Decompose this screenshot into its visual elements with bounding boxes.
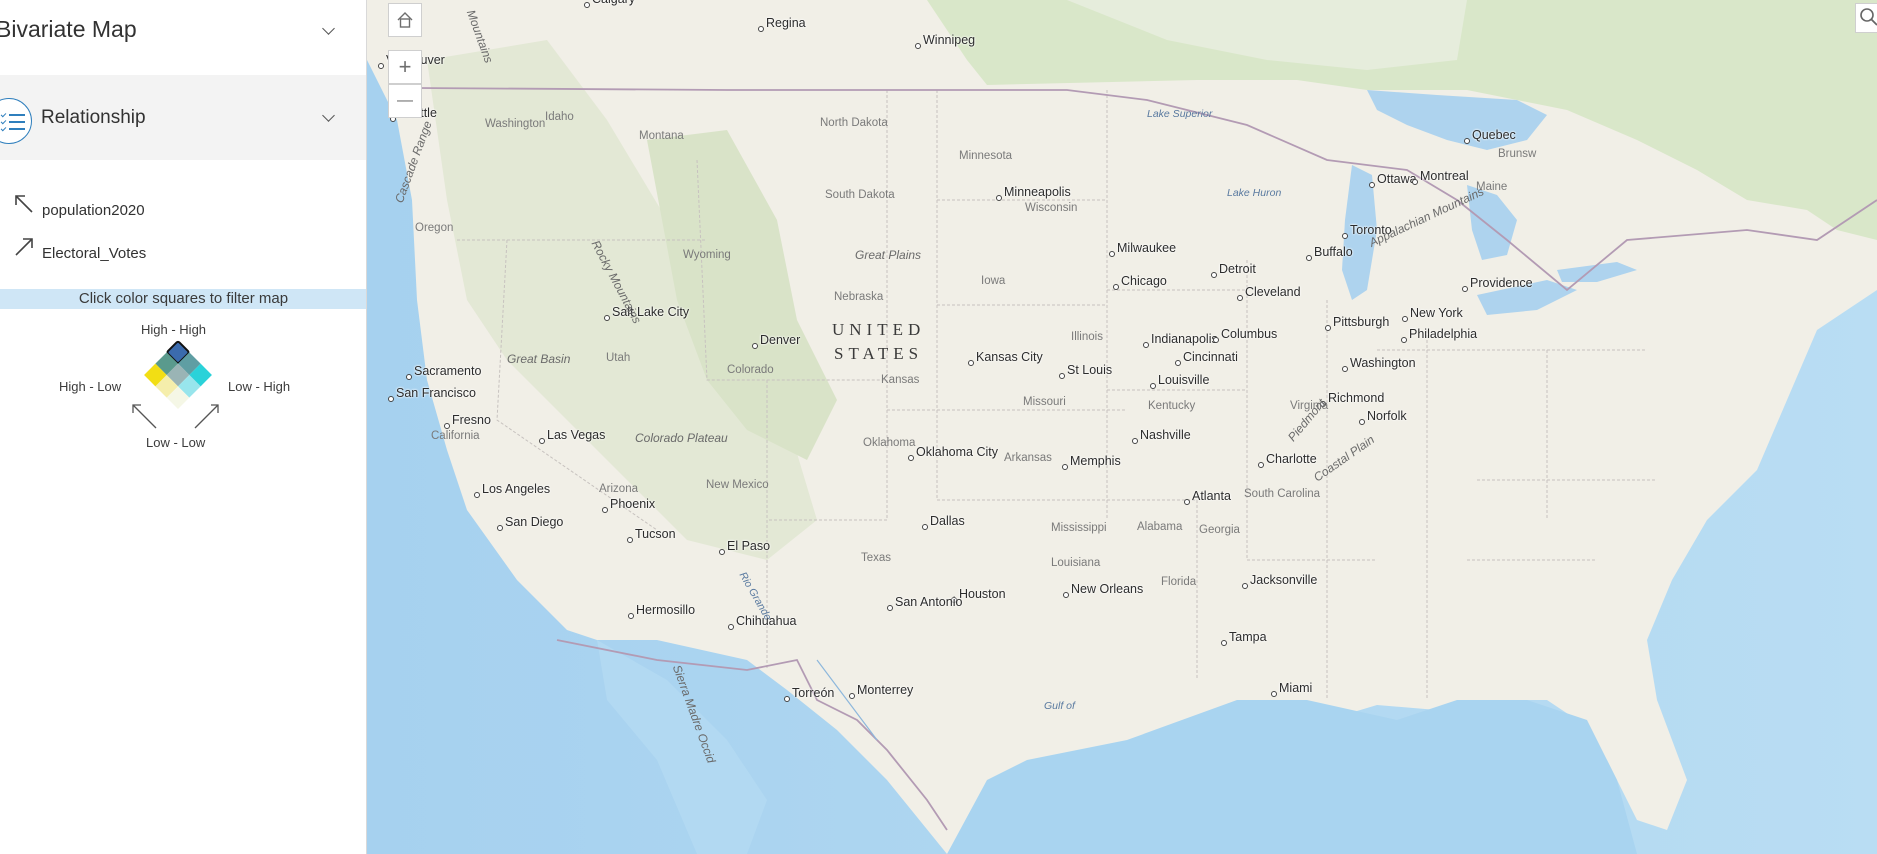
city-marker [1258, 462, 1264, 468]
city-marker [719, 549, 725, 555]
city-marker [1211, 272, 1217, 278]
city-marker [968, 360, 974, 366]
city-marker [1062, 464, 1068, 470]
list-check-icon [0, 98, 32, 144]
city-marker [752, 343, 758, 349]
chevron-down-icon[interactable] [322, 22, 335, 35]
panel-header[interactable]: Bivariate Map [0, 0, 366, 62]
city-marker [602, 507, 608, 513]
zoom-in-button[interactable]: + [388, 50, 422, 84]
city-marker [604, 315, 610, 321]
legend-label-low-high: Low - High [228, 379, 291, 394]
city-marker [1063, 592, 1069, 598]
zoom-out-button[interactable]: — [388, 84, 422, 118]
chevron-down-icon[interactable] [322, 109, 335, 122]
city-marker [1401, 337, 1407, 343]
city-marker [1237, 295, 1243, 301]
city-marker [951, 597, 957, 603]
city-marker [474, 492, 480, 498]
city-marker [1132, 438, 1138, 444]
search-button[interactable] [1855, 3, 1877, 33]
arrow-up-right-icon [194, 404, 219, 429]
field-name: population2020 [42, 202, 145, 219]
city-marker [849, 693, 855, 699]
city-marker [1242, 583, 1248, 589]
field-row-population: population2020 [12, 195, 145, 219]
city-marker [1402, 316, 1408, 322]
city-marker [1271, 691, 1277, 697]
city-marker [1342, 233, 1348, 239]
arrow-up-right-icon [15, 238, 33, 256]
city-marker [1359, 419, 1365, 425]
field-row-electoral-votes: Electoral_Votes [12, 238, 147, 262]
app-root: Bivariate Map Relationship population202… [0, 0, 1877, 854]
city-marker [628, 613, 634, 619]
city-marker [378, 63, 384, 69]
legend-label-low-low: Low - Low [146, 435, 206, 450]
city-marker [1464, 138, 1470, 144]
arrow-up-left-icon [15, 195, 33, 213]
city-marker [1462, 286, 1468, 292]
arrow-up-left-icon [132, 404, 157, 429]
city-marker [784, 696, 790, 702]
city-marker [1306, 255, 1312, 261]
city-marker [1369, 182, 1375, 188]
city-marker [444, 423, 450, 429]
city-marker [388, 396, 394, 402]
city-marker [728, 624, 734, 630]
city-marker [922, 524, 928, 530]
city-marker [406, 374, 412, 380]
map-view[interactable]: CalgaryReginaWinnipegVancouverSeattleQue… [367, 0, 1877, 854]
city-marker [627, 537, 633, 543]
city-marker [1342, 366, 1348, 372]
basemap [367, 0, 1877, 854]
city-marker [887, 605, 893, 611]
city-marker [1143, 342, 1149, 348]
city-marker [1175, 360, 1181, 366]
search-icon [1860, 8, 1877, 26]
city-marker [1213, 337, 1219, 343]
city-marker [539, 438, 545, 444]
filter-hint: Click color squares to filter map [0, 289, 366, 309]
relationship-section-header[interactable]: Relationship [0, 75, 366, 160]
city-marker [915, 43, 921, 49]
city-marker [1109, 251, 1115, 257]
city-marker [1221, 640, 1227, 646]
city-marker [1184, 499, 1190, 505]
city-marker [908, 455, 914, 461]
home-icon [397, 12, 413, 28]
city-marker [1059, 373, 1065, 379]
legend-label-high-high: High - High [141, 322, 207, 337]
legend-label-high-low: High - Low [59, 379, 122, 394]
city-marker [1150, 383, 1156, 389]
panel-title: Bivariate Map [0, 16, 137, 42]
bivariate-legend [144, 339, 212, 409]
city-marker [1412, 179, 1418, 185]
field-name: Electoral_Votes [42, 245, 147, 262]
city-marker [1325, 325, 1331, 331]
city-marker [996, 195, 1002, 201]
city-marker [584, 2, 590, 8]
city-marker [497, 525, 503, 531]
city-marker [1113, 284, 1119, 290]
city-marker [1320, 401, 1326, 407]
city-marker [758, 26, 764, 32]
relationship-title: Relationship [41, 107, 146, 128]
home-button[interactable] [388, 3, 422, 37]
sidebar-panel: Bivariate Map Relationship population202… [0, 0, 367, 854]
